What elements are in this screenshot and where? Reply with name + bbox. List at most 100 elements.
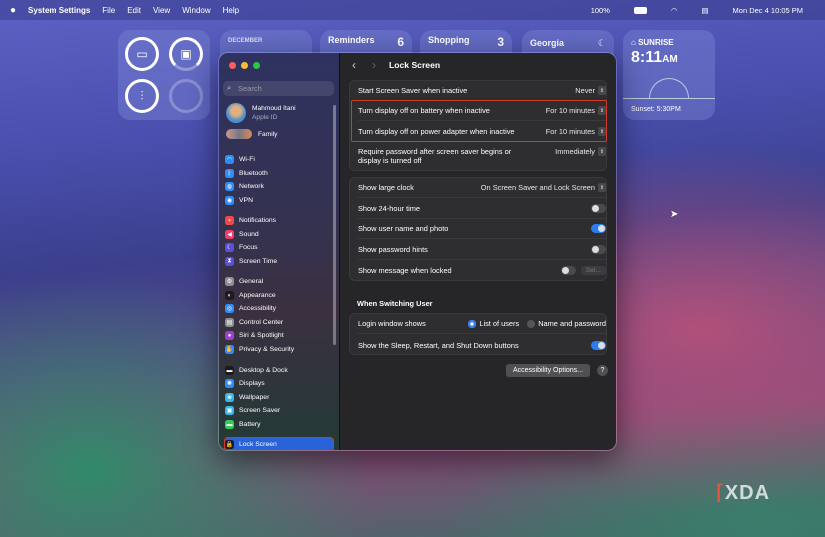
list-of-users-radio[interactable]: List of users <box>468 318 520 329</box>
focus-icon: ☾ <box>225 243 234 252</box>
avatar <box>226 103 246 123</box>
system-settings-window: ⌕ Search Mahmoud Itani Apple ID Family ◠ Wi… <box>218 52 617 451</box>
sidebar-item-accessibility[interactable]: ◎ Accessibility <box>225 302 333 315</box>
row-label: Show large clock <box>358 183 414 192</box>
sidebar-item-vpn[interactable]: ◉ VPN <box>225 194 333 207</box>
desktop-dock-icon: ▬ <box>225 366 234 375</box>
accessibility-options-button[interactable]: Accessibility Options... <box>506 364 590 377</box>
clock[interactable]: Mon Dec 4 10:05 PM <box>733 6 803 15</box>
vpn-icon: ◉ <box>225 196 234 205</box>
sidebar-item-label: Accessibility <box>239 305 277 312</box>
control-center-icon[interactable]: ▤ <box>701 6 708 15</box>
name-and-password-radio[interactable]: Name and password <box>527 318 606 329</box>
radio-label: List of users <box>479 318 520 328</box>
stepper-icon: ⇕ <box>598 183 606 192</box>
popup-value: Never <box>575 86 595 95</box>
sidebar-scrollbar[interactable] <box>333 105 336 345</box>
back-button[interactable]: ‹ <box>352 58 356 72</box>
wifi-icon[interactable]: ◠ <box>671 6 678 15</box>
sidebar-item-label: Lock Screen <box>239 441 277 448</box>
privacy-security-icon: ✋ <box>225 345 234 354</box>
sidebar-item-label: Focus <box>239 244 258 251</box>
stepper-icon: ⇕ <box>598 86 606 95</box>
zoom-button[interactable] <box>253 62 260 69</box>
sidebar-item-network[interactable]: ◍ Network <box>225 180 333 193</box>
sidebar-item-general[interactable]: ⚙ General <box>225 275 333 288</box>
forward-button[interactable]: › <box>372 58 376 72</box>
sidebar-item-label: Control Center <box>239 319 284 326</box>
sidebar-item-label: Displays <box>239 380 265 387</box>
battery-icon[interactable] <box>633 6 647 14</box>
help-button[interactable]: ? <box>597 365 608 376</box>
large-clock-popup[interactable]: On Screen Saver and Lock Screen ⇕ <box>481 183 606 192</box>
sidebar-item-battery[interactable]: ▬ Battery <box>225 418 333 431</box>
control-center-icon: ▤ <box>225 318 234 327</box>
network-icon: ◍ <box>225 182 234 191</box>
sidebar-item-label: Screen Time <box>239 258 278 265</box>
search-input[interactable]: ⌕ Search <box>223 81 334 96</box>
message-locked-toggle[interactable] <box>560 265 576 275</box>
set-message-button[interactable]: Set... <box>580 265 606 275</box>
sun-arc <box>649 78 689 98</box>
menu-file[interactable]: File <box>102 6 115 15</box>
screen-saver-icon: ▣ <box>225 406 234 415</box>
battery-percent[interactable]: 100% <box>591 6 610 15</box>
sunrise-ampm: AM <box>662 54 678 65</box>
family-avatars <box>226 129 252 139</box>
menu-app-name[interactable]: System Settings <box>28 6 90 15</box>
stepper-icon: ⇕ <box>598 147 606 156</box>
search-placeholder: Search <box>238 84 262 93</box>
require-password-popup[interactable]: Immediately ⇕ <box>555 147 606 156</box>
password-hints-row: Show password hints <box>358 240 606 260</box>
displays-icon: ✺ <box>225 379 234 388</box>
user-name-photo-row: Show user name and photo <box>358 219 606 239</box>
row-label: Show message when locked <box>358 265 452 275</box>
sidebar-item-screen-time[interactable]: ⧗ Screen Time <box>225 255 333 268</box>
sleep-buttons-toggle[interactable] <box>591 340 606 350</box>
sidebar-item-control-center[interactable]: ▤ Control Center <box>225 316 333 329</box>
sidebar-item-label: VPN <box>239 197 253 204</box>
general-icon: ⚙ <box>225 277 234 286</box>
sidebar-item-displays[interactable]: ✺ Displays <box>225 377 333 390</box>
sidebar-item-focus[interactable]: ☾ Focus <box>225 241 333 254</box>
24-hour-toggle[interactable] <box>591 204 606 213</box>
sunrise-widget[interactable]: ⌂ SUNRISE 8:11AM Sunset: 5:30PM <box>623 30 715 120</box>
sidebar-item-label: Sound <box>239 231 259 238</box>
sidebar-item-lock-screen[interactable]: 🔒 Lock Screen <box>224 437 334 450</box>
menu-help[interactable]: Help <box>223 6 239 15</box>
sidebar-item-wallpaper[interactable]: ❀ Wallpaper <box>225 391 333 404</box>
screen-saver-row: Start Screen Saver when inactive Never ⇕ <box>358 81 606 101</box>
apple-id-item[interactable]: Mahmoud Itani Apple ID <box>226 103 296 123</box>
sidebar-item-privacy-security[interactable]: ✋ Privacy & Security <box>225 343 333 356</box>
lock-screen-icon: 🔒 <box>225 440 234 449</box>
sidebar-item-bluetooth[interactable]: ᛒ Bluetooth <box>225 167 333 180</box>
sidebar-item-appearance[interactable]: ◐ Appearance <box>225 289 333 302</box>
batteries-widget[interactable]: ▭ ▣ ⫶ <box>118 30 210 120</box>
sidebar-item-notifications[interactable]: ▪ Notifications <box>225 214 333 227</box>
popup-value: Immediately <box>555 147 595 156</box>
sidebar-item-desktop-dock[interactable]: ▬ Desktop & Dock <box>225 364 333 377</box>
row-label: Show user name and photo <box>358 224 449 233</box>
sidebar-item-wi-fi[interactable]: ◠ Wi-Fi <box>225 153 333 166</box>
sidebar-item-siri-spotlight[interactable]: ● Siri & Spotlight <box>225 329 333 342</box>
apple-menu-icon[interactable]: ● <box>10 5 16 16</box>
radio-label: Name and password <box>538 318 606 328</box>
menu-window[interactable]: Window <box>182 6 210 15</box>
password-hints-toggle[interactable] <box>591 245 606 254</box>
sunrise-icon: ⌂ <box>631 38 639 47</box>
sidebar-item-sound[interactable]: ◀ Sound <box>225 228 333 241</box>
sidebar-item-screen-saver[interactable]: ▣ Screen Saver <box>225 404 333 417</box>
user-name-photo-toggle[interactable] <box>591 224 606 233</box>
switching-user-group: Login window shows List of users Name an… <box>349 313 607 355</box>
menu-edit[interactable]: Edit <box>127 6 141 15</box>
close-button[interactable] <box>229 62 236 69</box>
family-item[interactable]: Family <box>226 129 277 139</box>
battery-icon: ▬ <box>225 420 234 429</box>
sidebar-item-label: Wi-Fi <box>239 156 255 163</box>
page-title: Lock Screen <box>389 60 441 70</box>
minimize-button[interactable] <box>241 62 248 69</box>
screen-saver-popup[interactable]: Never ⇕ <box>575 86 606 95</box>
menu-view[interactable]: View <box>153 6 170 15</box>
row-label: Login window shows <box>358 319 426 328</box>
empty-slot-icon <box>169 79 203 113</box>
